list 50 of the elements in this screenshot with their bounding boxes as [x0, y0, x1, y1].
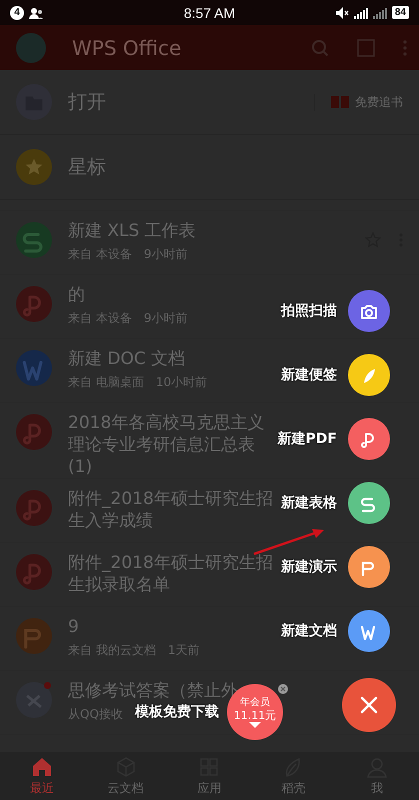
create-option-button[interactable] — [348, 418, 390, 460]
file-name[interactable]: 附件_2018年硕士研究生招生拟录取名单 — [68, 552, 276, 596]
p-curl-icon — [16, 414, 52, 450]
close-button[interactable] — [342, 678, 396, 732]
close-icon — [359, 695, 379, 715]
create-option-button[interactable] — [348, 546, 390, 588]
w-letter-icon — [16, 350, 52, 386]
s-letter-icon — [16, 222, 52, 258]
menu-label[interactable]: 星标 — [68, 154, 403, 180]
file-name[interactable]: 附件_2018年硕士研究生招生入学成绩 — [68, 488, 276, 532]
create-option-label[interactable]: 拍照扫描 — [281, 302, 337, 320]
p-curl-icon — [16, 490, 52, 526]
free-books-link[interactable]: 免费追书 — [355, 94, 403, 110]
mute-icon — [334, 6, 349, 20]
file-name[interactable]: 的 — [68, 284, 85, 306]
menu-label[interactable]: 打开 — [68, 89, 298, 115]
file-name[interactable]: 9 — [68, 616, 79, 638]
app-title: WPS Office — [72, 36, 182, 60]
tab[interactable]: 应用 — [168, 752, 252, 800]
tab[interactable]: 我 — [335, 752, 419, 800]
clock-time: 8:57 AM — [184, 4, 236, 20]
create-option-label[interactable]: 新建表格 — [281, 494, 337, 512]
contacts-icon — [29, 6, 43, 18]
file-icon — [16, 682, 52, 718]
create-option-label[interactable]: 新建演示 — [281, 558, 337, 576]
battery-level: 84 — [392, 6, 409, 19]
create-option-label[interactable]: 新建便签 — [281, 366, 337, 384]
triangle-icon — [249, 722, 261, 728]
p-curl-icon — [16, 554, 52, 590]
file-name[interactable]: 新建 XLS 工作表 — [68, 220, 196, 242]
tab[interactable]: 最近 — [0, 752, 84, 800]
p-curl-icon — [16, 286, 52, 322]
create-option-button[interactable] — [348, 354, 390, 396]
tab[interactable]: 云文档 — [84, 752, 168, 800]
create-option-label[interactable]: 新建文档 — [281, 622, 337, 640]
create-option-button[interactable] — [348, 482, 390, 524]
create-option-label[interactable]: 新建PDF — [278, 430, 337, 448]
file-name[interactable]: 2018年各高校马克思主义理论专业考研信息汇总表(1) — [68, 412, 276, 478]
book-icon — [331, 95, 349, 109]
create-option-button[interactable] — [348, 610, 390, 652]
file-name[interactable]: 新建 DOC 文档 — [68, 348, 186, 370]
notification-count: 4 — [10, 6, 24, 20]
tab[interactable]: 稻壳 — [251, 752, 336, 800]
template-download-label[interactable]: 模板免费下载 — [135, 703, 219, 721]
signal-icon — [354, 6, 368, 18]
create-option-button[interactable] — [348, 290, 390, 332]
weak-signal-icon — [372, 6, 387, 18]
home-icon — [30, 756, 53, 778]
close-icon[interactable] — [278, 684, 288, 694]
p-letter-icon — [16, 618, 52, 654]
